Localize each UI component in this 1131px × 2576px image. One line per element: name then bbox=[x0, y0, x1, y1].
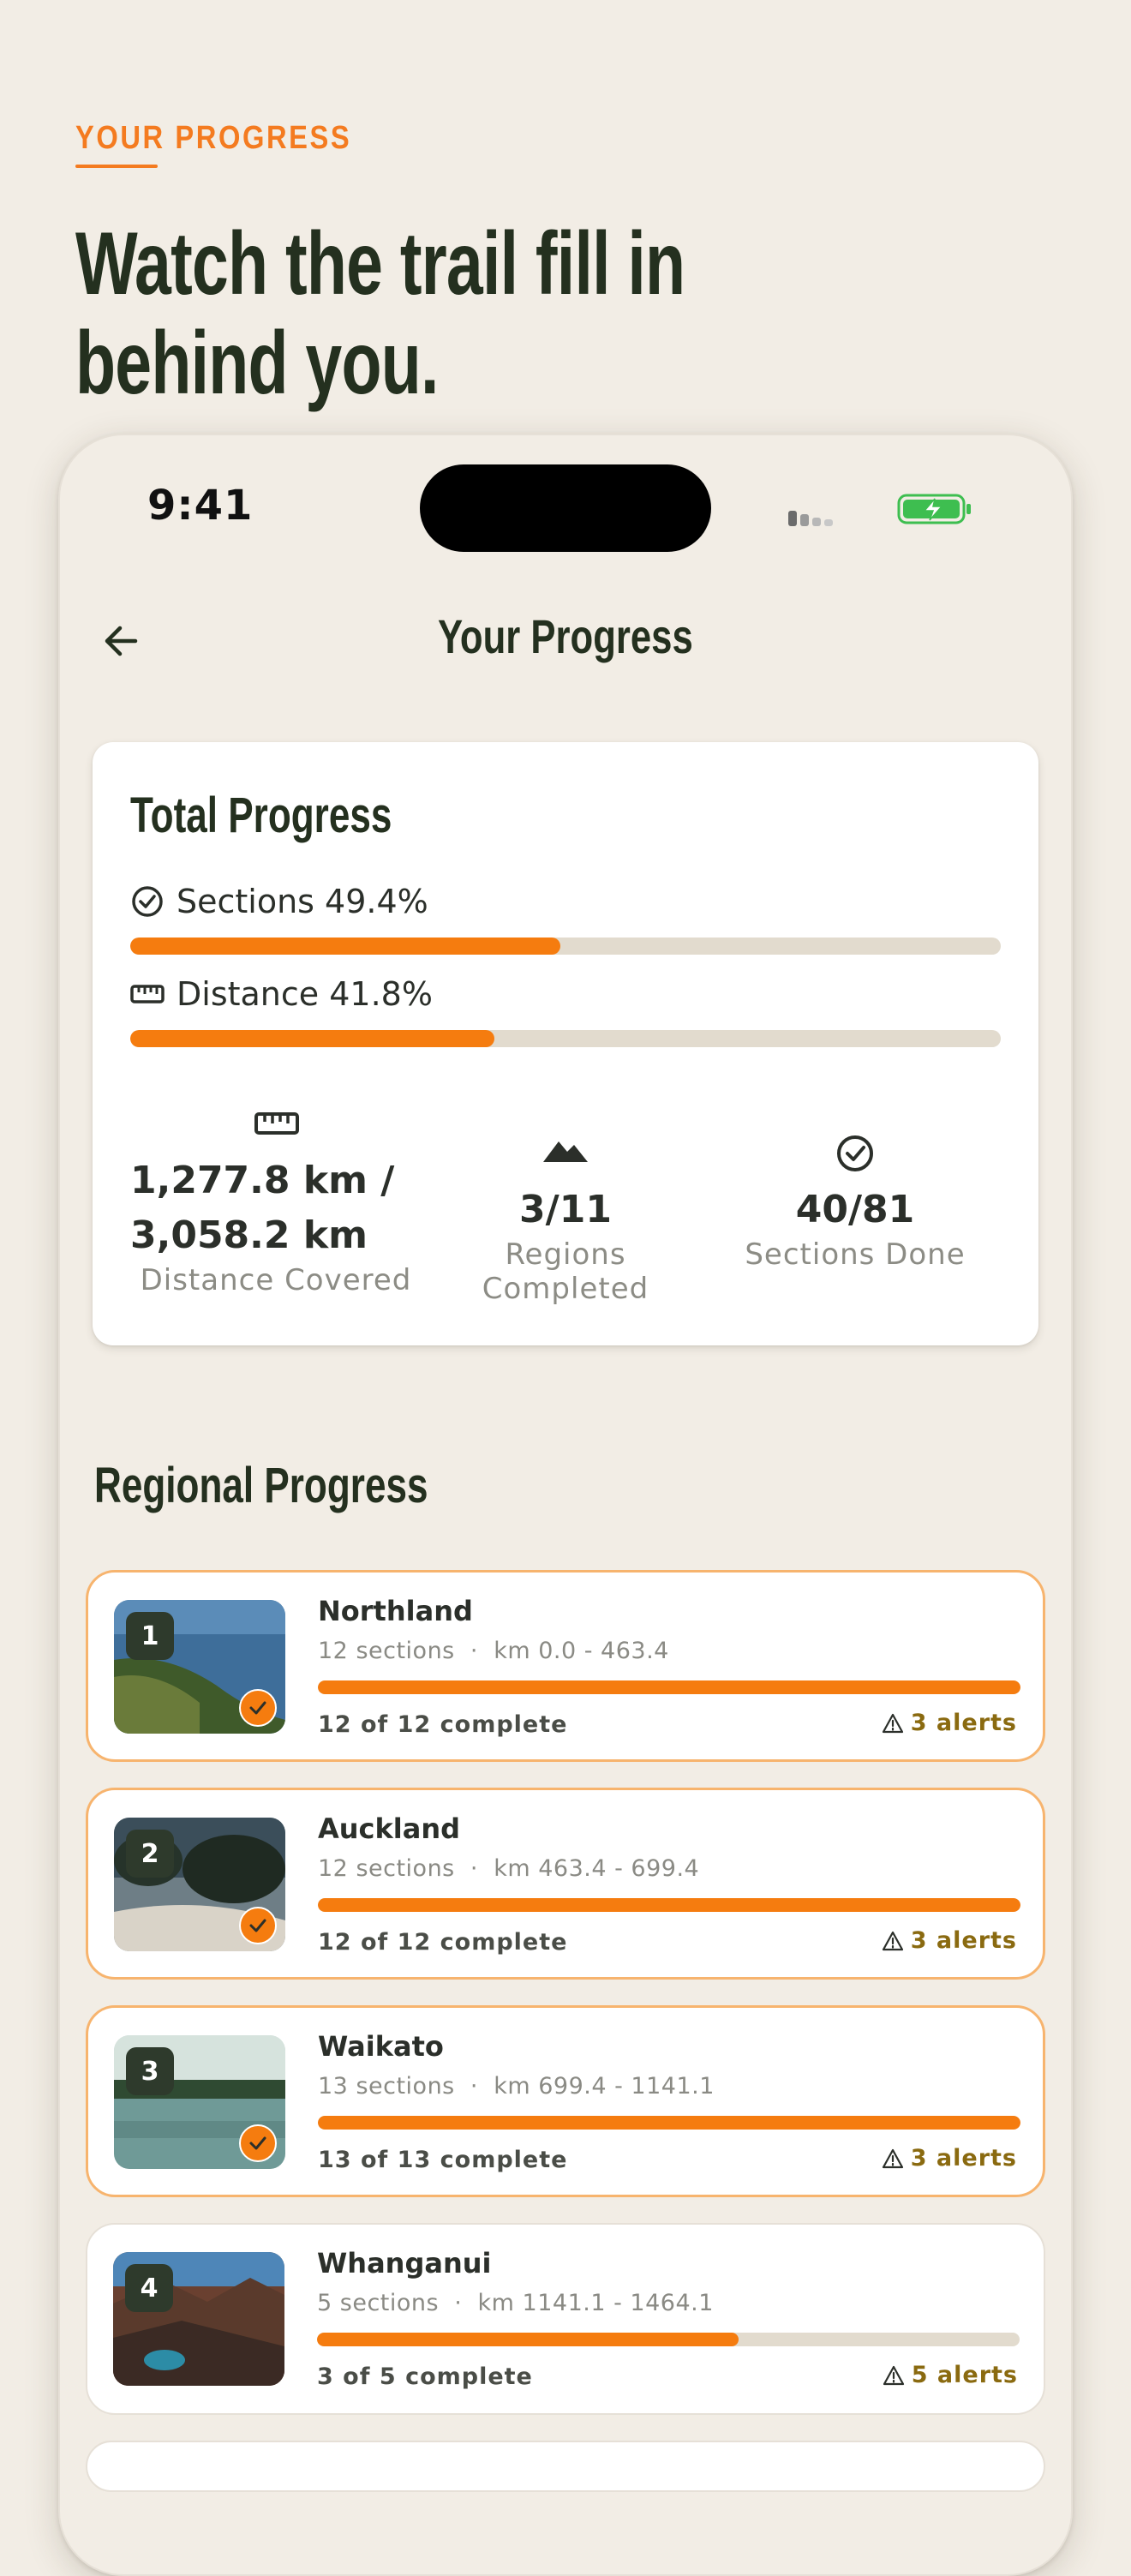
sections-progress-fill bbox=[130, 938, 560, 955]
stat-distance-value: 1,277.8 km / 3,058.2 km bbox=[130, 1159, 395, 1257]
ruler-icon bbox=[130, 985, 165, 1003]
headline: Watch the trail fill in behind you. bbox=[75, 214, 685, 413]
sections-progress-bar bbox=[130, 938, 1001, 955]
region-alerts[interactable]: 3 alerts bbox=[882, 1710, 1017, 1736]
warning-icon bbox=[883, 2365, 904, 2385]
stat-sections-label: Sections Done bbox=[745, 1237, 966, 1272]
stat-regions-label: Regions Completed bbox=[482, 1237, 649, 1306]
stat-distance-label: Distance Covered bbox=[140, 1263, 412, 1297]
stat-regions-value: 3/11 bbox=[519, 1188, 612, 1231]
stat-sections-value: 40/81 bbox=[795, 1188, 915, 1231]
region-complete-count: 13 of 13 complete bbox=[318, 2147, 568, 2173]
eyebrow-underline bbox=[75, 165, 158, 168]
distance-progress-label: Distance 41.8% bbox=[130, 975, 433, 1013]
region-alerts[interactable]: 3 alerts bbox=[882, 1927, 1017, 1954]
ruler-icon bbox=[254, 1112, 299, 1135]
stat-sections: 40/81 Sections Done bbox=[737, 1133, 973, 1272]
region-name: Waikato bbox=[318, 2030, 444, 2063]
distance-progress-bar bbox=[130, 1030, 1001, 1047]
region-progress-fill bbox=[318, 2116, 1020, 2130]
signal-icon bbox=[788, 504, 840, 526]
region-alerts[interactable]: 5 alerts bbox=[883, 2362, 1018, 2388]
region-number-badge: 4 bbox=[125, 2264, 173, 2312]
region-alerts[interactable]: 3 alerts bbox=[882, 2145, 1017, 2172]
region-progress-fill bbox=[317, 2333, 739, 2346]
region-progress-fill bbox=[318, 1898, 1020, 1912]
region-meta: 13 sections · km 699.4 - 1141.1 bbox=[318, 2073, 715, 2100]
warning-icon bbox=[882, 2148, 903, 2168]
stat-regions: 3/11 Regions Completed bbox=[420, 1133, 711, 1306]
region-progress-bar bbox=[317, 2333, 1020, 2346]
region-progress-bar bbox=[318, 1680, 1020, 1694]
region-complete-count: 12 of 12 complete bbox=[318, 1929, 568, 1956]
warning-icon bbox=[882, 1713, 903, 1733]
region-number-badge: 1 bbox=[126, 1612, 174, 1660]
region-card-auckland[interactable]: 2 Auckland 12 sections · km 463.4 - 699.… bbox=[86, 1788, 1045, 1980]
screen-title: Your Progress bbox=[438, 609, 693, 663]
region-name: Whanganui bbox=[317, 2247, 492, 2279]
sections-progress-label: Sections 49.4% bbox=[130, 883, 428, 920]
eyebrow-label: YOUR PROGRESS bbox=[75, 120, 352, 156]
region-number-badge: 3 bbox=[126, 2047, 174, 2095]
region-card-waikato[interactable]: 3 Waikato 13 sections · km 699.4 - 1141.… bbox=[86, 2005, 1045, 2197]
mountain-icon bbox=[543, 1141, 588, 1162]
regional-progress-title: Regional Progress bbox=[94, 1458, 428, 1513]
region-progress-fill bbox=[318, 1680, 1020, 1694]
region-name: Northland bbox=[318, 1595, 473, 1627]
check-icon bbox=[239, 1907, 277, 1944]
check-circle-icon bbox=[132, 886, 163, 917]
region-name: Auckland bbox=[318, 1812, 461, 1845]
warning-icon bbox=[882, 1931, 903, 1950]
region-card-next[interactable] bbox=[86, 2441, 1045, 2492]
region-complete-count: 12 of 12 complete bbox=[318, 1711, 568, 1738]
check-icon bbox=[239, 2124, 277, 2162]
check-icon bbox=[239, 1689, 277, 1727]
region-card-northland[interactable]: 1 Northland 12 sections · km 0.0 - 463.4… bbox=[86, 1570, 1045, 1762]
region-meta: 12 sections · km 0.0 - 463.4 bbox=[318, 1638, 669, 1664]
region-card-whanganui[interactable]: 4 Whanganui 5 sections · km 1141.1 - 146… bbox=[86, 2223, 1045, 2415]
check-circle-icon bbox=[837, 1135, 873, 1171]
battery-icon bbox=[897, 494, 971, 524]
dynamic-island bbox=[420, 464, 711, 552]
total-progress-title: Total Progress bbox=[130, 788, 392, 843]
region-complete-count: 3 of 5 complete bbox=[317, 2363, 533, 2390]
region-number-badge: 2 bbox=[126, 1830, 174, 1878]
region-meta: 12 sections · km 463.4 - 699.4 bbox=[318, 1855, 700, 1882]
region-progress-bar bbox=[318, 2116, 1020, 2130]
region-meta: 5 sections · km 1141.1 - 1464.1 bbox=[317, 2290, 714, 2316]
stat-distance: 1,277.8 km / 3,058.2 km Distance Covered bbox=[113, 1105, 439, 1297]
distance-progress-fill bbox=[130, 1030, 494, 1047]
region-progress-bar bbox=[318, 1898, 1020, 1912]
status-time: 9:41 bbox=[147, 482, 254, 530]
